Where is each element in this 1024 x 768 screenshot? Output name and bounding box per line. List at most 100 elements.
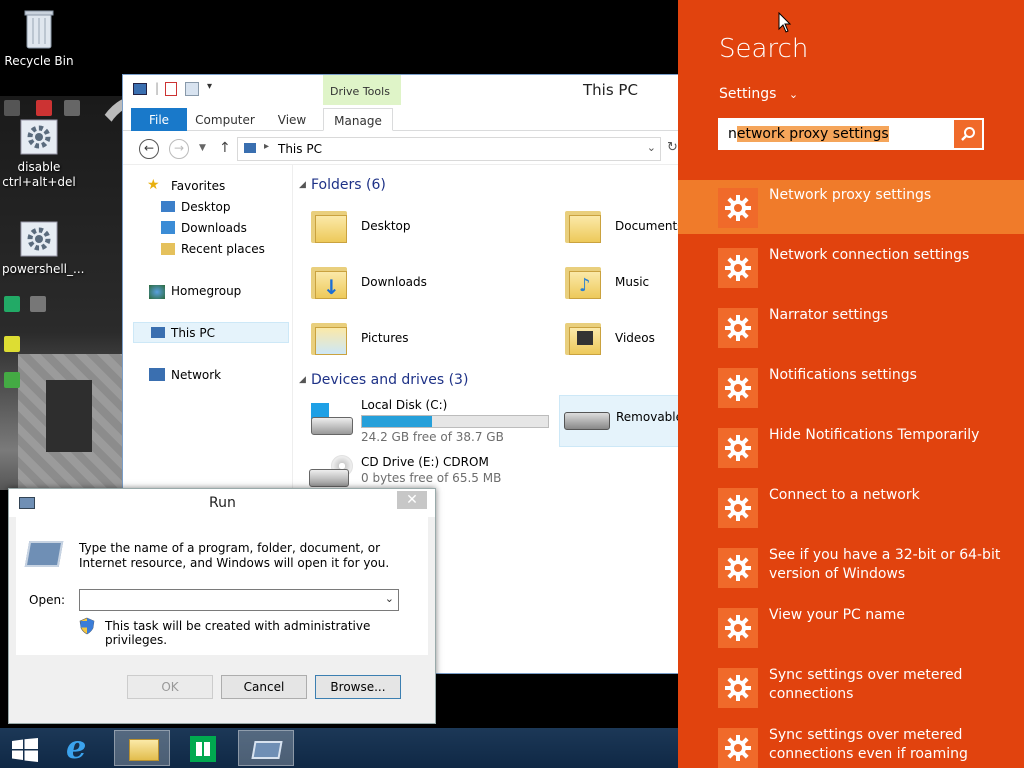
run-taskbar[interactable]: [238, 730, 294, 766]
recycle-bin-label: Recycle Bin: [4, 54, 74, 68]
drive-e-name[interactable]: CD Drive (E:) CDROM: [361, 455, 489, 469]
devices-header[interactable]: Devices and drives (3): [311, 372, 468, 388]
desktop-small-icon[interactable]: [64, 100, 80, 116]
search-result-label: Network connection settings: [769, 247, 970, 263]
tab-file[interactable]: File: [131, 108, 187, 131]
search-result-item[interactable]: Sync settings over metered connections e…: [678, 720, 1024, 768]
store-taskbar[interactable]: [176, 730, 232, 766]
search-result-item[interactable]: Narrator settings: [678, 300, 1024, 360]
quick-access-dropdown-icon[interactable]: ▾: [207, 81, 212, 92]
explorer-titlebar[interactable]: | ▾ Drive Tools This PC: [123, 75, 683, 105]
back-button[interactable]: ←: [139, 139, 159, 159]
search-button[interactable]: [954, 120, 982, 148]
drive-removable-tile[interactable]: Removable: [559, 395, 685, 447]
properties-icon[interactable]: [165, 82, 177, 96]
close-button[interactable]: ✕: [397, 491, 427, 509]
search-scope-dropdown[interactable]: Settings ⌄: [719, 86, 798, 102]
folder-icon: ♪: [563, 261, 603, 301]
gear-icon: [718, 428, 758, 468]
cd-drive-icon: [309, 455, 355, 489]
chevron-down-icon: ⌄: [788, 88, 799, 101]
recent-locations-icon[interactable]: ▼: [199, 143, 206, 153]
address-field[interactable]: ▸ This PC ⌄: [237, 137, 661, 161]
desktop-small-icon[interactable]: [36, 100, 52, 116]
search-result-item[interactable]: Sync settings over metered connections: [678, 660, 1024, 720]
gear-icon: [718, 368, 758, 408]
search-result-item[interactable]: Hide Notifications Temporarily: [678, 420, 1024, 480]
nav-network[interactable]: Network: [171, 365, 221, 385]
tab-computer[interactable]: Computer: [191, 108, 259, 131]
run-titlebar[interactable]: Run ✕: [9, 489, 435, 517]
refresh-icon[interactable]: ↻: [667, 140, 678, 155]
folder-videos[interactable]: Videos: [615, 331, 655, 345]
nav-recent-places[interactable]: Recent places: [181, 239, 265, 259]
nav-this-pc[interactable]: This PC: [171, 323, 215, 343]
desktop-small-icon[interactable]: [30, 296, 46, 312]
desktop-small-icon[interactable]: [4, 336, 20, 352]
up-button[interactable]: ↑: [219, 140, 231, 156]
folder-icon: [309, 317, 349, 357]
tab-view[interactable]: View: [263, 108, 321, 131]
ribbon-tabs: File Computer View Manage: [123, 105, 683, 131]
search-result-label: View your PC name: [769, 607, 905, 623]
file-explorer-taskbar[interactable]: [114, 730, 170, 766]
desktop-small-icon[interactable]: [4, 372, 20, 388]
collapse-folders-icon[interactable]: ◢: [299, 180, 306, 190]
browse-button[interactable]: Browse...: [315, 675, 401, 699]
ok-button[interactable]: OK: [127, 675, 213, 699]
cancel-button[interactable]: Cancel: [221, 675, 307, 699]
search-result-item[interactable]: Notifications settings: [678, 360, 1024, 420]
desktop-shortcut-powershell[interactable]: powershell_...: [2, 220, 84, 277]
internet-explorer-taskbar[interactable]: e: [54, 728, 110, 766]
drive-c-free: 24.2 GB free of 38.7 GB: [361, 430, 504, 444]
drive-e-free: 0 bytes free of 65.5 MB: [361, 471, 502, 485]
gear-icon: [20, 119, 58, 155]
windows-logo-icon: [12, 738, 38, 762]
folder-documents[interactable]: Documents: [615, 219, 683, 233]
chevron-down-icon[interactable]: ⌄: [647, 141, 656, 154]
search-result-label: Hide Notifications Temporarily: [769, 427, 980, 443]
nav-desktop[interactable]: Desktop: [181, 197, 231, 217]
folder-icon: [129, 739, 159, 761]
steam-icon[interactable]: [4, 296, 20, 312]
search-input[interactable]: network proxy settings: [728, 126, 889, 142]
search-result-item[interactable]: View your PC name: [678, 600, 1024, 660]
folders-header[interactable]: Folders (6): [311, 177, 386, 193]
desktop-small-icon[interactable]: [4, 100, 20, 116]
gear-icon: [718, 548, 758, 588]
drive-c-name[interactable]: Local Disk (C:): [361, 398, 447, 412]
download-arrow-icon: ↓: [323, 275, 340, 299]
search-box[interactable]: network proxy settings: [718, 118, 984, 150]
forward-button[interactable]: →: [169, 139, 189, 159]
folder-pictures[interactable]: Pictures: [361, 331, 409, 345]
folder-desktop[interactable]: Desktop: [361, 219, 411, 233]
gear-icon: [718, 248, 758, 288]
chevron-down-icon[interactable]: ⌄: [385, 592, 394, 605]
search-result-item[interactable]: Network connection settings: [678, 240, 1024, 300]
folder-icon: [563, 317, 603, 357]
nav-downloads[interactable]: Downloads: [181, 218, 247, 238]
open-input[interactable]: [83, 591, 373, 609]
folder-downloads[interactable]: Downloads: [361, 275, 427, 289]
address-bar-row: ← → ▼ ↑ ▸ This PC ⌄ ↻: [123, 131, 683, 165]
new-folder-icon[interactable]: [185, 82, 199, 96]
recycle-bin-icon[interactable]: Recycle Bin: [4, 6, 74, 69]
open-combobox[interactable]: ⌄: [79, 589, 399, 611]
computer-icon[interactable]: [133, 83, 147, 95]
drive-tools-label: Drive Tools: [330, 85, 390, 98]
gear-icon: [718, 308, 758, 348]
open-label: Open:: [29, 593, 66, 607]
desktop-shortcut-disable[interactable]: disable ctrl+alt+del: [2, 118, 76, 190]
folder-music[interactable]: Music: [615, 275, 649, 289]
gear-icon: [718, 728, 758, 768]
start-button[interactable]: [0, 730, 50, 766]
nav-homegroup[interactable]: Homegroup: [171, 281, 241, 301]
tab-manage[interactable]: Manage: [323, 108, 393, 131]
search-result-item[interactable]: Network proxy settings: [678, 180, 1024, 234]
search-result-item[interactable]: See if you have a 32-bit or 64-bit versi…: [678, 540, 1024, 600]
shield-icon: [79, 617, 95, 635]
collapse-devices-icon[interactable]: ◢: [299, 375, 306, 385]
nav-favorites[interactable]: Favorites: [171, 176, 225, 196]
scope-label: Settings: [719, 86, 777, 102]
search-result-item[interactable]: Connect to a network: [678, 480, 1024, 540]
